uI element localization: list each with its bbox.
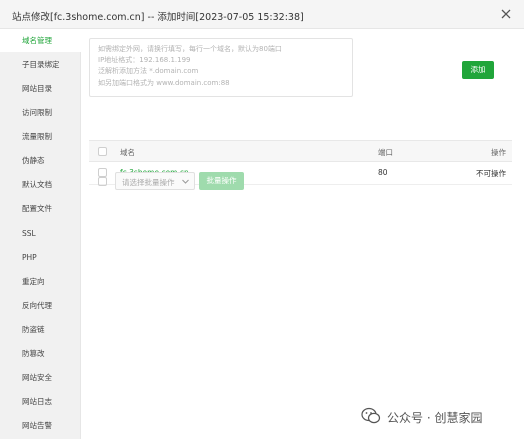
settings-sidebar: 域名管理 子目录绑定 网站目录 访问限制 流量限制 伪静态 默认文档 配置文件 … (0, 29, 81, 439)
sidebar-item-site-logs[interactable]: 网站日志 (0, 390, 81, 413)
sidebar-item-redirect[interactable]: 重定向 (0, 270, 81, 293)
batch-select-all-checkbox[interactable] (98, 177, 107, 186)
batch-operation-select[interactable]: 请选择批量操作 (115, 172, 195, 190)
sidebar-item-hotlink-protection[interactable]: 防盗链 (0, 318, 81, 341)
sidebar-item-php[interactable]: PHP (0, 246, 81, 269)
sidebar-item-site-security[interactable]: 网站安全 (0, 366, 81, 389)
port-value: 80 (378, 168, 388, 177)
domain-management-panel: 如需绑定外网，请换行填写，每行一个域名，默认为80端口 IP地址格式：192.1… (81, 29, 524, 439)
watermark-text: 公众号 · 创慧家园 (387, 411, 483, 425)
sidebar-item-traffic-limit[interactable]: 流量限制 (0, 125, 81, 148)
close-icon[interactable] (499, 7, 513, 21)
sidebar-item-ssl[interactable]: SSL (0, 222, 81, 245)
sidebar-item-tamper-proof[interactable]: 防篡改 (0, 342, 81, 365)
row-checkbox[interactable] (98, 168, 107, 177)
domain-input-placeholder-line: 泛解析添加方法 *.domain.com (98, 67, 199, 76)
domain-input[interactable]: 如需绑定外网，请换行填写，每行一个域名，默认为80端口 IP地址格式：192.1… (89, 38, 353, 97)
column-header-operation: 操作 (491, 148, 506, 157)
dialog-titlebar: 站点修改[fc.3shome.com.cn] -- 添加时间[2023-07-0… (0, 0, 524, 29)
sidebar-item-config-file[interactable]: 配置文件 (0, 197, 81, 220)
dialog-right-edge (517, 30, 524, 439)
domain-input-placeholder-line: 如需绑定外网，请换行填写，每行一个域名，默认为80端口 (98, 45, 282, 53)
sidebar-item-rewrite[interactable]: 伪静态 (0, 149, 81, 172)
operation-status: 不可操作 (476, 169, 506, 178)
add-domain-button[interactable]: 添加 (462, 61, 494, 79)
domain-input-placeholder-line: 如另加端口格式为 www.domain.com:88 (98, 78, 230, 87)
sidebar-item-default-document[interactable]: 默认文档 (0, 173, 81, 196)
table-header: 域名 端口 操作 (89, 140, 512, 162)
column-header-port: 端口 (378, 148, 393, 157)
sidebar-item-subdirectory-binding[interactable]: 子目录绑定 (0, 53, 81, 76)
sidebar-item-site-directory[interactable]: 网站目录 (0, 77, 81, 100)
domain-input-placeholder-line: IP地址格式：192.168.1.199 (98, 56, 191, 65)
column-header-domain: 域名 (120, 148, 135, 157)
sidebar-item-site-alerts[interactable]: 网站告警 (0, 414, 81, 437)
dialog-title: 站点修改[fc.3shome.com.cn] -- 添加时间[2023-07-0… (12, 12, 304, 23)
batch-operation-button[interactable]: 批量操作 (199, 172, 244, 190)
batch-select-placeholder: 请选择批量操作 (122, 178, 175, 187)
select-all-checkbox[interactable] (98, 147, 107, 156)
wechat-icon (361, 407, 381, 424)
sidebar-item-domain-management[interactable]: 域名管理 (0, 29, 81, 52)
sidebar-item-reverse-proxy[interactable]: 反向代理 (0, 294, 81, 317)
sidebar-item-access-limit[interactable]: 访问限制 (0, 101, 81, 124)
chevron-down-icon (182, 179, 189, 184)
